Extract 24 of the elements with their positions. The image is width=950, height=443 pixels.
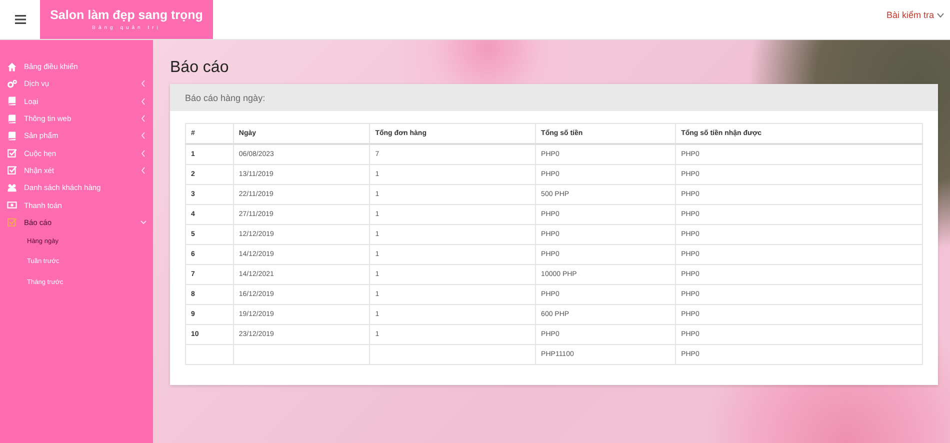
caret-icon [937,12,944,18]
table-cell [186,344,234,364]
checkbox-icon [7,165,17,176]
chevron-left-icon [140,98,147,105]
users-icon [7,182,17,193]
checkbox-icon [7,148,17,158]
book-icon [7,96,17,106]
chevron-left-icon [140,132,147,140]
book-icon [7,130,17,141]
brand-title: Salon làm đẹp sang trọng [50,8,203,22]
book-icon [7,114,17,124]
checkbox-icon [7,217,17,228]
menu-icon [14,15,26,24]
user-menu[interactable]: Bài kiểm tra [886,10,944,20]
home-icon [7,62,17,72]
chevron-left-icon [140,115,147,122]
chevron-left-icon [140,150,147,157]
chevron-down-icon [140,218,147,226]
chevron-left-icon [140,80,147,88]
gears-icon [7,78,17,89]
chevron-left-icon [140,166,147,174]
page-title: Báo cáo [170,58,230,78]
panel-title: Báo cáo hàng ngày: [170,84,938,111]
money-icon [7,200,17,210]
